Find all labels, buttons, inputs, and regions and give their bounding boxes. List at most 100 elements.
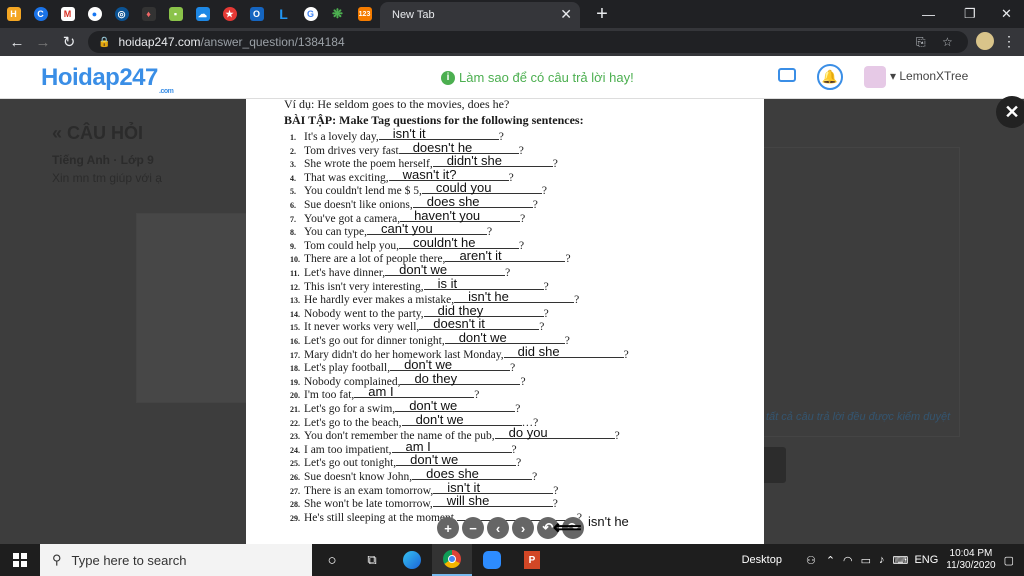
desktop-label[interactable]: Desktop — [742, 554, 782, 566]
question-row: 11. Let's have dinner, don't we? — [290, 262, 510, 279]
subject-label: Tiếng Anh · Lớp 9 — [52, 153, 154, 167]
arrow-left-icon: ⟸ — [553, 517, 582, 539]
show-hidden-icon[interactable]: ⌃ — [826, 554, 835, 567]
clock[interactable]: 10:04 PM 11/30/2020 — [946, 548, 995, 572]
question-text: I am too impatient, — [304, 443, 392, 456]
question-text: That was exciting, — [304, 171, 389, 184]
minimize-button[interactable]: — — [922, 0, 935, 28]
question-text: It never works very well, — [304, 321, 420, 334]
tab-9[interactable]: ★ — [216, 0, 243, 28]
system-tray: Desktop ⚇ ⌃ ◠ ▭ ♪ ⌨ ENG 10:04 PM 11/30/20… — [742, 544, 1024, 576]
user-avatar[interactable] — [864, 66, 886, 88]
close-lightbox-button[interactable]: ✕ — [996, 96, 1024, 128]
messenger-icon: ● — [87, 7, 102, 21]
question-text: Let's go out tonight, — [304, 457, 397, 470]
chrome-taskbar-icon[interactable] — [432, 544, 472, 576]
task-view-icon[interactable]: ⧉ — [352, 544, 392, 576]
start-button[interactable] — [0, 544, 40, 576]
tab-google[interactable]: G — [297, 0, 324, 28]
bell-icon[interactable]: 🔔 — [817, 64, 843, 90]
question-number: 16. — [290, 337, 300, 346]
answer-blank: don't we — [401, 411, 522, 427]
handwritten-answer: do you — [508, 425, 548, 441]
answer-blank: haven't you — [400, 208, 521, 223]
username[interactable]: ▾ LemonXTree — [890, 69, 968, 83]
tab-7[interactable]: ▪ — [162, 0, 189, 28]
translate-icon[interactable]: ⎘ — [916, 35, 926, 50]
language-indicator[interactable]: ENG — [914, 554, 938, 566]
tip-link[interactable]: i Làm sao để có câu trả lời hay! — [441, 70, 634, 85]
close-tab-icon[interactable]: ✕ — [560, 6, 572, 23]
maximize-button[interactable]: ❐ — [964, 0, 976, 28]
windows-logo-icon — [13, 553, 27, 567]
tab-10[interactable]: O — [243, 0, 270, 28]
question-number: 1. — [290, 133, 296, 142]
question-image-thumbnail — [136, 213, 256, 403]
site-logo[interactable]: Hoidap247 .com — [41, 64, 174, 95]
tab-8[interactable]: ☁ — [189, 0, 216, 28]
next-icon[interactable]: › — [512, 517, 534, 539]
battery-icon[interactable]: ▭ — [861, 554, 871, 567]
taskbar-search[interactable]: ⚲ Type here to search — [40, 544, 312, 576]
network-icon[interactable]: ◠ — [843, 554, 853, 567]
question-text: Tom could help you, — [304, 239, 400, 252]
handwritten-answer: do they — [414, 370, 458, 386]
question-text: Let's go to the beach, — [304, 416, 402, 429]
answer-blank: does she — [412, 194, 533, 209]
back-button[interactable]: ← — [4, 34, 30, 51]
question-text: Let's have dinner, — [304, 267, 386, 279]
zoom-out-icon[interactable]: − — [462, 517, 484, 539]
question-end: ? — [516, 457, 522, 470]
tab-hoidap[interactable]: H — [0, 0, 27, 28]
chrome-menu-icon[interactable]: ⋮ — [1002, 33, 1016, 50]
question-row: 23. You don't remember the name of the pu… — [290, 425, 620, 443]
notifications-icon[interactable]: ▢ — [1004, 554, 1014, 567]
answer-blank: wasn't it? — [388, 167, 509, 182]
new-tab-button[interactable]: + — [592, 3, 612, 26]
tab-4[interactable]: ● — [81, 0, 108, 28]
question-text: Xin mn tm giúp với ạ — [52, 171, 162, 185]
tab-14[interactable]: 123 — [351, 0, 378, 28]
forward-button[interactable]: → — [30, 34, 56, 51]
hoidap-icon: H — [6, 7, 21, 21]
handwritten-answer: don't we — [458, 330, 507, 345]
powerpoint-icon[interactable]: P — [512, 544, 552, 576]
question-row: 18. Let's play football, don't we? — [290, 357, 515, 374]
volume-icon[interactable]: ♪ — [879, 554, 885, 566]
chat-icon[interactable] — [778, 68, 796, 82]
question-end: ? — [565, 253, 571, 266]
tab-new-tab[interactable]: New Tab ✕ — [380, 2, 580, 28]
answer-blank: isn't it — [433, 480, 554, 495]
question-number: 12. — [290, 282, 300, 292]
cortana-icon[interactable]: ○ — [312, 544, 352, 576]
tab-5[interactable]: ◎ — [108, 0, 135, 28]
answer-blank: could you — [421, 180, 542, 195]
tab-6[interactable]: ♦ — [135, 0, 162, 28]
globe-icon: ◎ — [114, 7, 129, 21]
tab-11[interactable]: L — [270, 0, 297, 28]
question-end: ? — [574, 294, 580, 307]
zoom-icon[interactable] — [472, 544, 512, 576]
bookmark-star-icon[interactable]: ☆ — [942, 35, 953, 49]
close-window-button[interactable]: ✕ — [1001, 0, 1012, 28]
question-end: ? — [539, 321, 545, 334]
handwritten-answer: don't we — [415, 411, 464, 427]
edge-icon[interactable] — [392, 544, 432, 576]
input-method-icon[interactable]: ⌨ — [893, 554, 909, 567]
handwritten-answer: aren't it — [459, 248, 502, 264]
tab-13[interactable]: ❋ — [324, 0, 351, 28]
omnibox[interactable]: 🔒 hoidap247.com /answer_question/1384184… — [88, 31, 968, 53]
question-number: 9. — [290, 241, 296, 251]
tab-2[interactable]: C — [27, 0, 54, 28]
question-row: 22. Let's go to the beach, don't we…? — [290, 411, 538, 429]
date: 11/30/2020 — [946, 560, 996, 571]
people-icon[interactable]: ⚇ — [806, 554, 816, 567]
zoom-in-icon[interactable]: + — [437, 517, 459, 539]
question-end: ? — [520, 375, 526, 388]
question-end: ? — [614, 430, 620, 443]
previous-icon[interactable]: ‹ — [487, 517, 509, 539]
reload-button[interactable]: ↻ — [56, 33, 82, 51]
question-text: You can type, — [304, 226, 368, 239]
tab-gmail[interactable]: M — [54, 0, 81, 28]
profile-avatar[interactable] — [976, 32, 994, 50]
